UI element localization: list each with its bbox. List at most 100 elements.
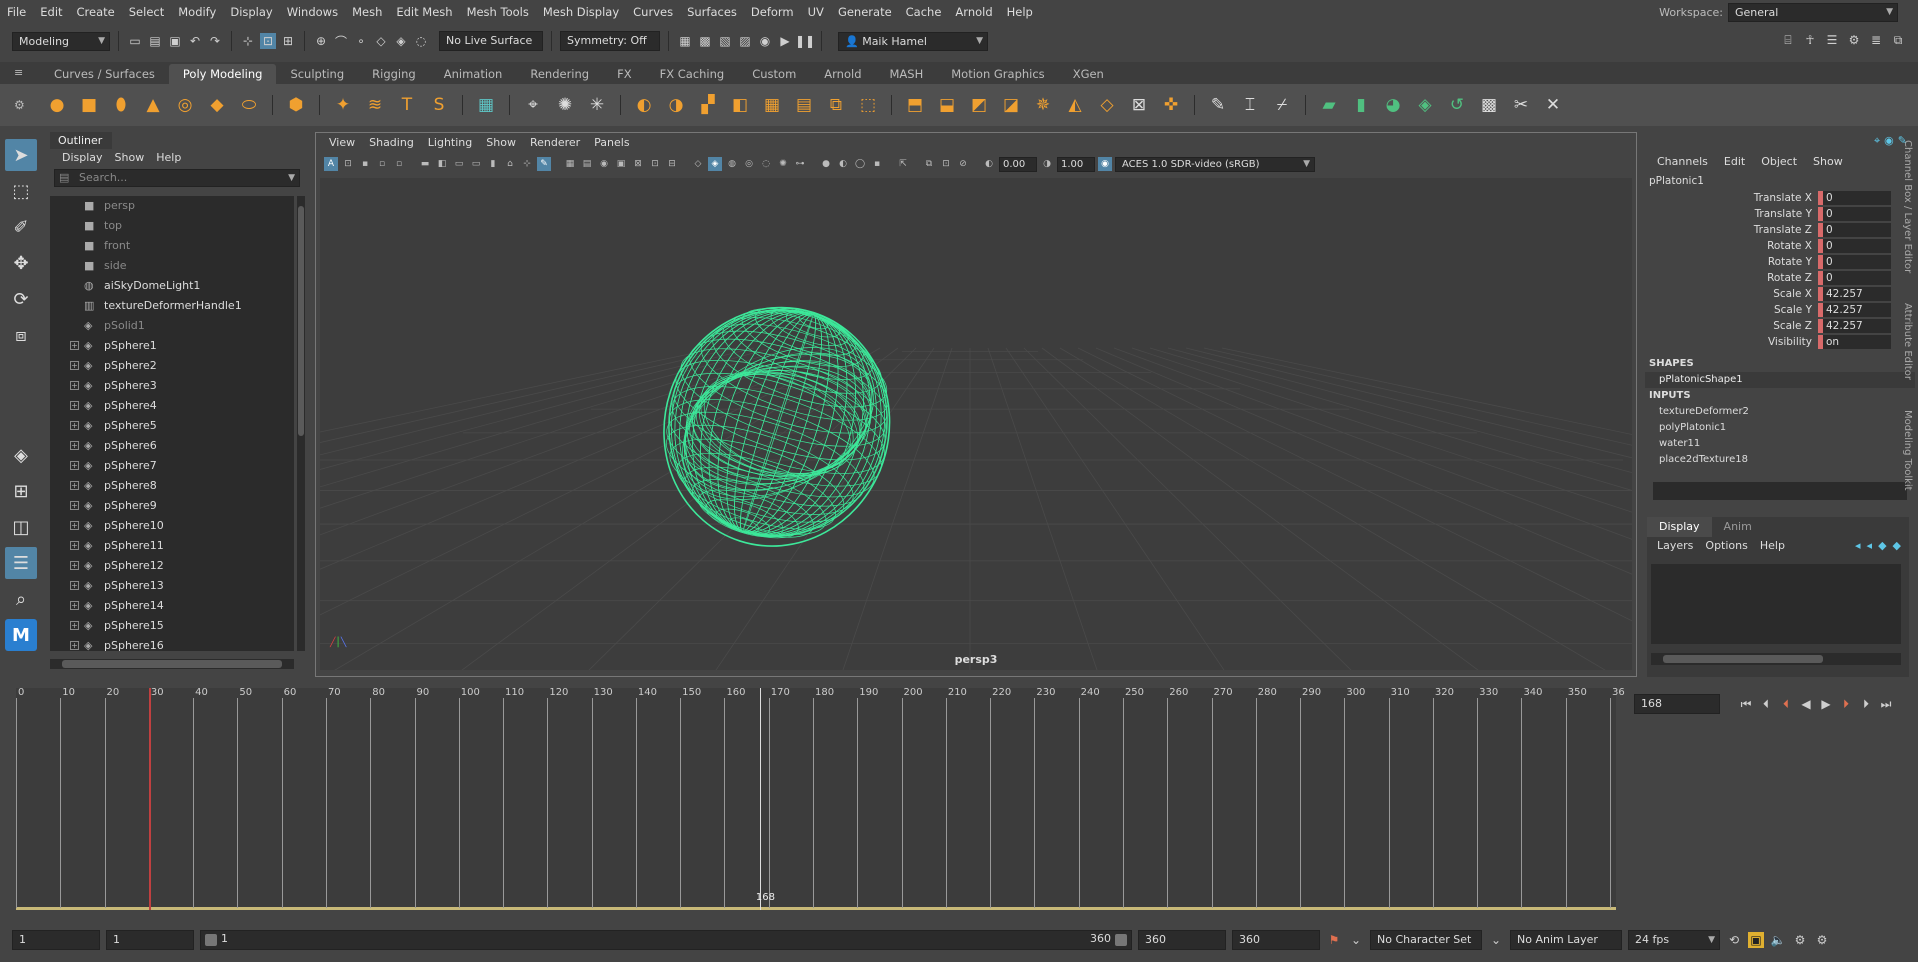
xray-icon[interactable]: ◇ — [691, 157, 705, 171]
outliner-menu-display[interactable]: Display — [56, 149, 109, 167]
channel-sync-icon[interactable]: ◉ — [1884, 134, 1894, 148]
channel-translate-x[interactable]: Translate X 0 — [1645, 190, 1915, 206]
menu-windows[interactable]: Windows — [280, 0, 345, 24]
menu-file[interactable]: File — [0, 0, 33, 24]
modeling-toolkit-icon[interactable]: ⌸ — [1780, 32, 1796, 48]
rotate-tool-icon[interactable]: ⟳ — [5, 283, 37, 315]
side-tab-modeling-toolkit[interactable]: Modeling Toolkit — [1902, 410, 1913, 491]
uv-cylindrical-icon[interactable]: ▮ — [1348, 92, 1374, 118]
channel-scale-z[interactable]: Scale Z 42.257 — [1645, 318, 1915, 334]
uv-unfold-icon[interactable]: ↺ — [1444, 92, 1470, 118]
input-water11[interactable]: water11 — [1645, 436, 1915, 452]
smooth-icon[interactable]: ▦ — [759, 92, 785, 118]
channel-key-icon[interactable]: ⌖ — [1874, 134, 1880, 148]
side-tab-channel-box-layer-editor[interactable]: Channel Box / Layer Editor — [1902, 140, 1913, 273]
poly-disc-icon[interactable]: ⬭ — [236, 92, 262, 118]
channel-value[interactable]: 0 — [1823, 223, 1891, 237]
channel-menu-edit[interactable]: Edit — [1716, 152, 1753, 172]
expand-icon[interactable]: + — [70, 601, 79, 610]
measure-icon[interactable]: ⌖ — [520, 92, 546, 118]
scrollbar-thumb[interactable] — [298, 206, 304, 436]
loop-icon[interactable]: ⟲ — [1726, 932, 1742, 948]
outliner-item-psphere11[interactable]: + ◈ pSphere11 — [50, 536, 294, 556]
channel-scale-y[interactable]: Scale Y 42.257 — [1645, 302, 1915, 318]
viewport-menu-panels[interactable]: Panels — [587, 133, 636, 153]
channel-rotate-x[interactable]: Rotate X 0 — [1645, 238, 1915, 254]
end-time-field[interactable]: 360 — [1232, 930, 1320, 950]
edge-loop-icon[interactable]: ⌶ — [1237, 92, 1263, 118]
extract-icon[interactable]: ▞ — [695, 92, 721, 118]
viewport-menu-show[interactable]: Show — [479, 133, 523, 153]
film-gate-icon[interactable]: ▭ — [452, 157, 466, 171]
pause-icon[interactable]: ❚❚ — [795, 33, 815, 49]
menu-generate[interactable]: Generate — [831, 0, 899, 24]
view-transform-dropdown[interactable]: ACES 1.0 SDR-video (sRGB) ▼ — [1115, 156, 1315, 172]
quad-draw-icon[interactable]: ✎ — [1205, 92, 1231, 118]
four-view-icon[interactable]: ⊞ — [5, 475, 37, 507]
multi-cut-icon[interactable]: ✜ — [1158, 92, 1184, 118]
select-camera-icon[interactable]: A — [324, 157, 338, 171]
bevel-icon[interactable]: ◩ — [966, 92, 992, 118]
shelf-tab-rendering[interactable]: Rendering — [516, 64, 603, 84]
outliner-item-psphere6[interactable]: + ◈ pSphere6 — [50, 436, 294, 456]
poly-cube-icon[interactable]: ■ — [76, 92, 102, 118]
poly-sphere-icon[interactable]: ● — [44, 92, 70, 118]
character-controls-icon[interactable]: ☥ — [1802, 32, 1818, 48]
menu-uv[interactable]: UV — [801, 0, 831, 24]
snap-together-icon[interactable]: ✺ — [552, 92, 578, 118]
wireframe-icon[interactable]: ▤ — [580, 157, 594, 171]
exposure-icon[interactable]: ◐ — [982, 157, 996, 171]
channel-value[interactable]: 42.257 — [1823, 303, 1891, 317]
range-end-handle[interactable] — [1115, 934, 1127, 946]
play-forward-icon[interactable]: ▶ — [1818, 696, 1834, 712]
uv-layout-icon[interactable]: ▩ — [1476, 92, 1502, 118]
exposure-field[interactable]: 0.00 — [999, 156, 1037, 172]
lasso-tool-icon[interactable]: ⬚ — [5, 175, 37, 207]
range-start-handle[interactable] — [205, 934, 217, 946]
select-object-icon[interactable]: ⊡ — [260, 33, 276, 49]
gamma-icon[interactable]: ◑ — [1040, 157, 1054, 171]
uv-planar-icon[interactable]: ▰ — [1316, 92, 1342, 118]
poly-text-icon[interactable]: T — [394, 92, 420, 118]
channel-translate-y[interactable]: Translate Y 0 — [1645, 206, 1915, 222]
maya-logo-icon[interactable]: M — [5, 619, 37, 651]
select-hierarchy-icon[interactable]: ⊹ — [240, 33, 256, 49]
more-options-icon[interactable]: ⚙ — [1814, 932, 1830, 948]
layer-menu-layers[interactable]: Layers — [1651, 537, 1699, 555]
reduce-icon[interactable]: ▤ — [791, 92, 817, 118]
uv-spherical-icon[interactable]: ◕ — [1380, 92, 1406, 118]
single-view-icon[interactable]: ◈ — [5, 439, 37, 471]
poke-icon[interactable]: ✵ — [1030, 92, 1056, 118]
xray-joints-icon[interactable]: ◈ — [708, 157, 722, 171]
channel-visibility[interactable]: Visibility on — [1645, 334, 1915, 350]
range-slider[interactable]: 1 360 — [200, 930, 1132, 950]
outliner-scrollbar[interactable] — [297, 196, 305, 651]
image-plane-icon[interactable]: ▫ — [375, 157, 389, 171]
grid-icon[interactable]: ▦ — [563, 157, 577, 171]
gate-mask-icon[interactable]: ▮ — [486, 157, 500, 171]
expand-icon[interactable]: + — [70, 521, 79, 530]
outliner-menu-show[interactable]: Show — [109, 149, 151, 167]
outliner-item-side[interactable]: ■ side — [50, 256, 294, 276]
menu-create[interactable]: Create — [70, 0, 122, 24]
poly-plane-icon[interactable]: ◆ — [204, 92, 230, 118]
menu-display[interactable]: Display — [223, 0, 279, 24]
outliner-item-psphere15[interactable]: + ◈ pSphere15 — [50, 616, 294, 636]
wireframe-sphere[interactable] — [633, 278, 920, 575]
super-shape-icon[interactable]: ✦ — [330, 92, 356, 118]
poly-platonic-icon[interactable]: ⬢ — [283, 92, 309, 118]
outliner-search[interactable]: ▤ Search... ▼ — [54, 169, 300, 187]
xray-active-icon[interactable]: ◐ — [836, 157, 850, 171]
viewport-menu-view[interactable]: View — [322, 133, 362, 153]
input-place2dtexture18[interactable]: place2dTexture18 — [1645, 452, 1915, 468]
anim-layer-chevron-icon[interactable]: ⌄ — [1488, 932, 1504, 948]
menu-cache[interactable]: Cache — [899, 0, 949, 24]
shelf-tab-rigging[interactable]: Rigging — [358, 64, 430, 84]
uv-cut-icon[interactable]: ✂ — [1508, 92, 1534, 118]
coordinate-icon[interactable]: ✳ — [584, 92, 610, 118]
resolution-gate-icon[interactable]: ▭ — [469, 157, 483, 171]
extrude-icon[interactable]: ⬒ — [902, 92, 928, 118]
hud-icon[interactable]: ▪ — [870, 157, 884, 171]
snap-curve-icon[interactable]: ⌒ — [333, 33, 349, 49]
channel-value[interactable]: on — [1823, 335, 1891, 349]
